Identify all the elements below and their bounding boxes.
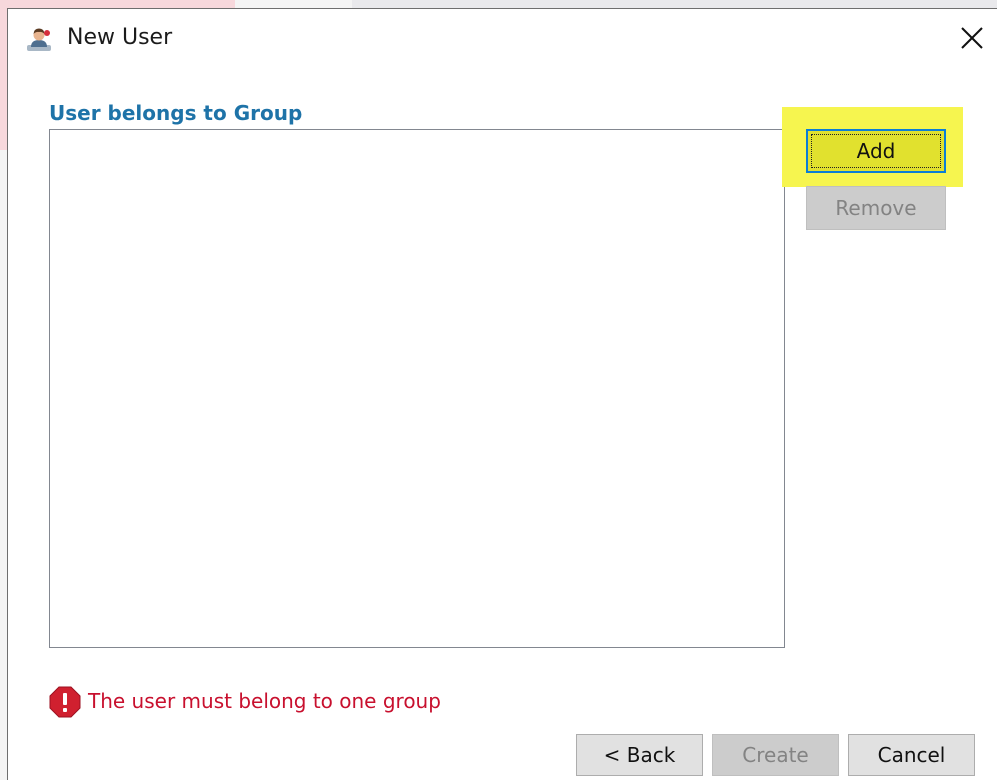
create-button-label: Create [742,743,809,767]
cancel-button[interactable]: Cancel [848,734,975,776]
user-icon [25,27,53,53]
title-bar: New User [8,9,997,71]
back-button[interactable]: < Back [576,734,703,776]
remove-button[interactable]: Remove [806,186,946,230]
group-list[interactable] [49,129,785,648]
cancel-button-label: Cancel [877,743,946,767]
error-icon [49,686,81,718]
remove-button-label: Remove [835,196,917,220]
new-user-dialog: New User User belongs to Group Add Remov… [7,8,997,780]
group-section-label: User belongs to Group [49,101,303,125]
close-icon[interactable] [954,23,990,55]
error-text: The user must belong to one group [88,689,441,713]
create-button[interactable]: Create [712,734,839,776]
add-button[interactable]: Add [806,129,946,173]
back-button-label: < Back [603,743,676,767]
window-title: New User [67,25,173,50]
add-button-label: Add [856,139,896,163]
